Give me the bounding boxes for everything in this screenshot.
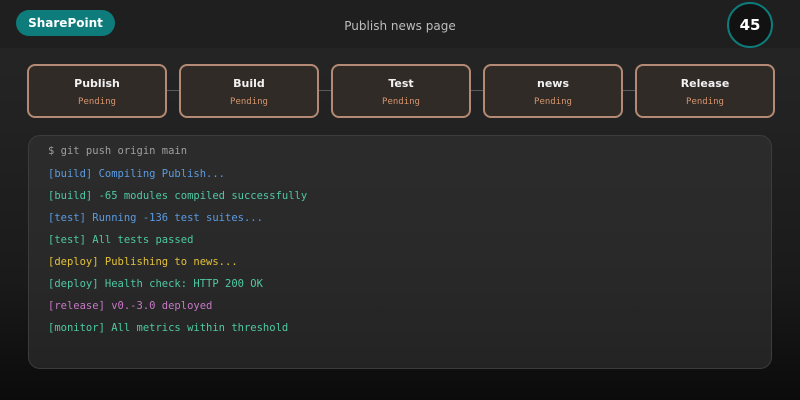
stage-name: news	[536, 77, 569, 90]
stage-release[interactable]: Release Pending	[635, 64, 775, 118]
terminal-line: [deploy] Health check: HTTP 200 OK	[48, 278, 263, 290]
stage-status: Pending	[382, 97, 420, 107]
counter-badge: 45	[727, 2, 773, 48]
terminal-line: [monitor] All metrics within threshold	[48, 322, 289, 334]
top-bar: SharePoint Publish news page 45	[0, 0, 800, 48]
terminal-line: [build] Compiling Publish...	[48, 168, 226, 180]
stage-test[interactable]: Test Pending	[331, 64, 471, 118]
stage-name: Publish	[74, 77, 120, 90]
stage-publish[interactable]: Publish Pending	[27, 64, 167, 118]
terminal-log[interactable]: $ git push origin main [build] Compiling…	[28, 135, 772, 369]
page-title: Publish news page	[344, 19, 456, 33]
terminal-line: [release] v0.-3.0 deployed	[48, 300, 213, 312]
terminal-line: [build] -65 modules compiled successfull…	[48, 190, 308, 202]
stage-status: Pending	[78, 97, 116, 107]
stage-name: Build	[233, 77, 265, 90]
stage-name: Release	[680, 77, 730, 90]
terminal-line: [test] All tests passed	[48, 234, 194, 246]
stage-build[interactable]: Build Pending	[179, 64, 319, 118]
terminal-line: [test] Running -136 test suites...	[48, 212, 263, 224]
brand-badge[interactable]: SharePoint	[16, 10, 115, 36]
stage-status: Pending	[534, 97, 572, 107]
stage-status: Pending	[230, 97, 268, 107]
terminal-line-command: $ git push origin main	[48, 145, 188, 157]
pipeline: Publish Pending Build Pending Test Pendi…	[27, 64, 775, 118]
terminal-line: [deploy] Publishing to news...	[48, 256, 238, 268]
stage-news[interactable]: news Pending	[483, 64, 623, 118]
stage-name: Test	[388, 77, 414, 90]
stage-status: Pending	[686, 97, 724, 107]
